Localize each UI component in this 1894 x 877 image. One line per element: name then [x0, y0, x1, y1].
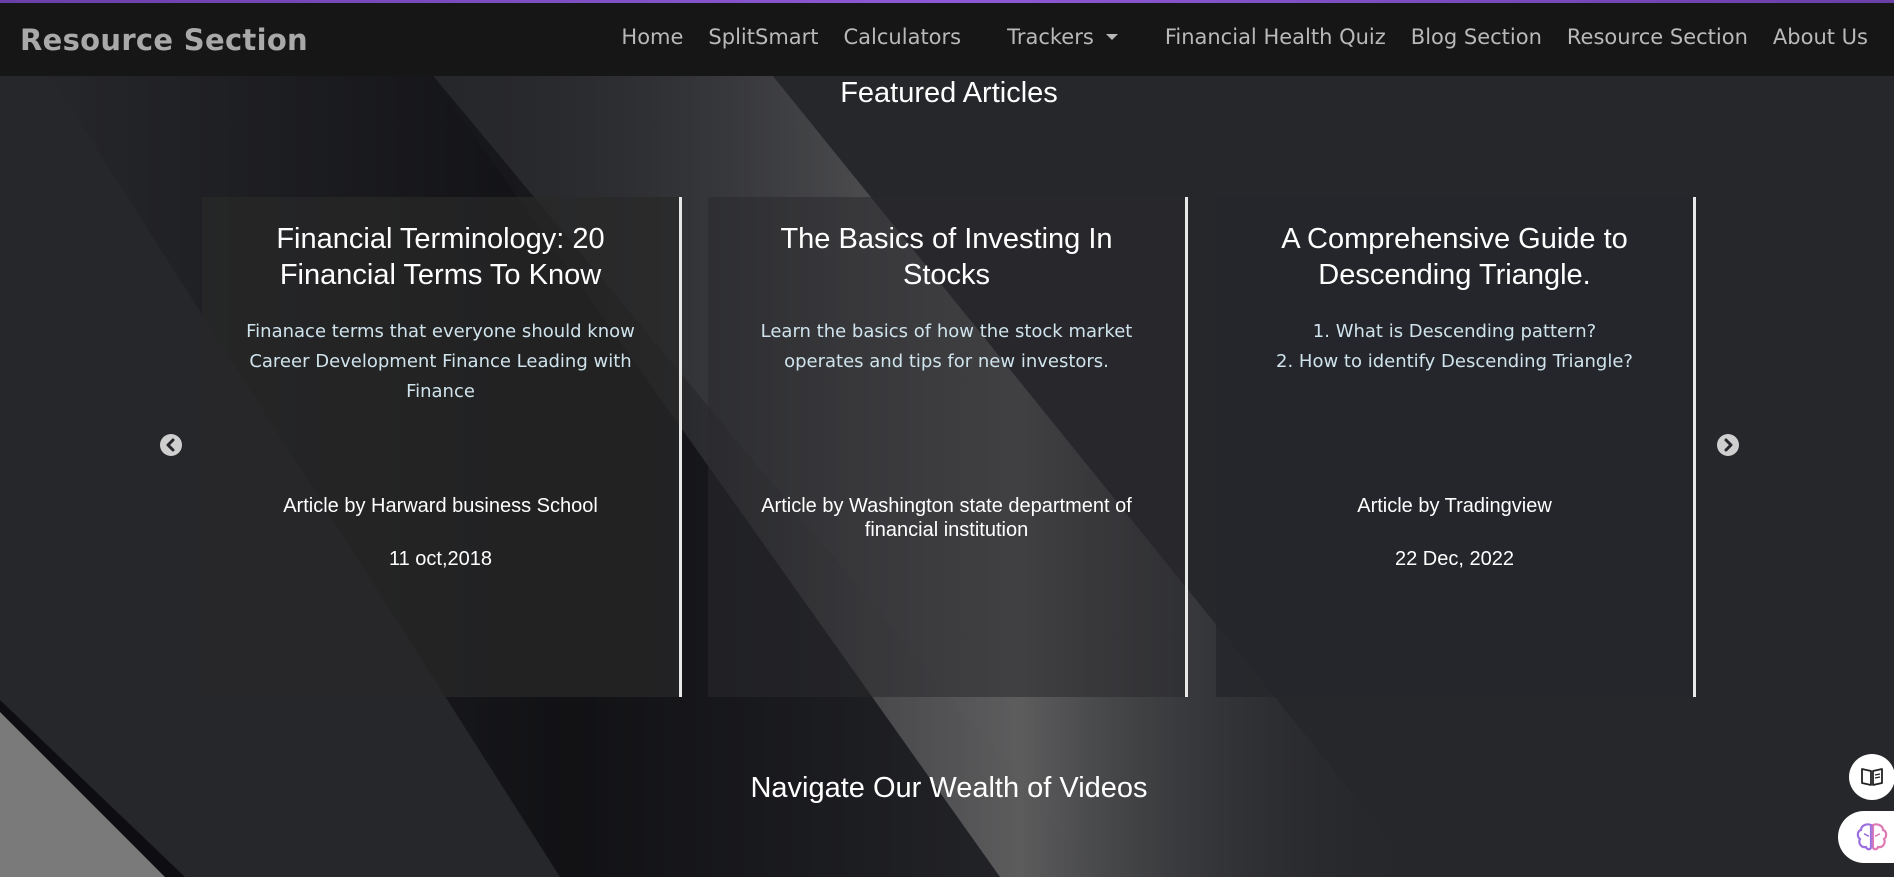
accent-bar: [0, 0, 1894, 3]
nav-splitsmart[interactable]: SplitSmart: [708, 25, 818, 49]
navbar: Resource Section Home SplitSmart Calcula…: [0, 3, 1894, 76]
article-card[interactable]: The Basics of Investing In Stocks Learn …: [708, 197, 1188, 697]
nav-blog-section[interactable]: Blog Section: [1411, 25, 1542, 49]
nav-trackers-label: Trackers: [1007, 25, 1094, 49]
article-title[interactable]: Financial Terminology: 20 Financial Term…: [232, 221, 649, 293]
nav-trackers-dropdown[interactable]: Trackers: [1007, 25, 1118, 49]
book-open-icon: [1861, 768, 1883, 786]
chevron-left-circle-icon: [166, 438, 175, 452]
article-date: 11 oct,2018: [388, 548, 493, 570]
nav-financial-health-quiz[interactable]: Financial Health Quiz: [1165, 25, 1386, 49]
ai-assistant-button[interactable]: [1838, 811, 1894, 863]
article-card[interactable]: Financial Terminology: 20 Financial Term…: [202, 197, 682, 697]
brand-title[interactable]: Resource Section: [20, 23, 308, 57]
article-description: 1. What is Descending pattern? 2. How to…: [1254, 317, 1655, 377]
carousel-prev-button[interactable]: [160, 434, 182, 456]
videos-heading: Navigate Our Wealth of Videos: [750, 772, 1148, 804]
article-author: Article by Washington state department o…: [761, 495, 1132, 541]
nav-about-us[interactable]: About Us: [1773, 25, 1868, 49]
article-card[interactable]: A Comprehensive Guide to Descending Tria…: [1216, 197, 1696, 697]
brain-icon: [1856, 823, 1888, 851]
carousel-next-button[interactable]: [1717, 434, 1739, 456]
article-description-line: 2. How to identify Descending Triangle?: [1276, 351, 1633, 372]
article-description-line: 1. What is Descending pattern?: [1312, 321, 1597, 342]
article-date: 22 Dec, 2022: [1395, 548, 1514, 570]
article-title[interactable]: The Basics of Investing In Stocks: [738, 221, 1155, 293]
article-title[interactable]: A Comprehensive Guide to Descending Tria…: [1246, 221, 1663, 293]
caret-down-icon: [1105, 34, 1118, 40]
nav-menu: Home SplitSmart Calculators Trackers Fin…: [596, 25, 1868, 49]
article-description: Finanace terms that everyone should know…: [246, 321, 635, 402]
reading-mode-button[interactable]: [1849, 754, 1894, 800]
article-author: Article by Harward business School: [283, 495, 598, 517]
featured-articles-carousel: Financial Terminology: 20 Financial Term…: [202, 197, 1698, 697]
chevron-right-circle-icon: [1724, 438, 1733, 452]
article-description: Learn the basics of how the stock market…: [760, 321, 1133, 372]
nav-calculators[interactable]: Calculators: [844, 25, 962, 49]
article-author: Article by Tradingview: [1357, 495, 1552, 517]
featured-articles-heading: Featured Articles: [840, 77, 1058, 109]
nav-resource-section[interactable]: Resource Section: [1567, 25, 1748, 49]
nav-home[interactable]: Home: [621, 25, 683, 49]
